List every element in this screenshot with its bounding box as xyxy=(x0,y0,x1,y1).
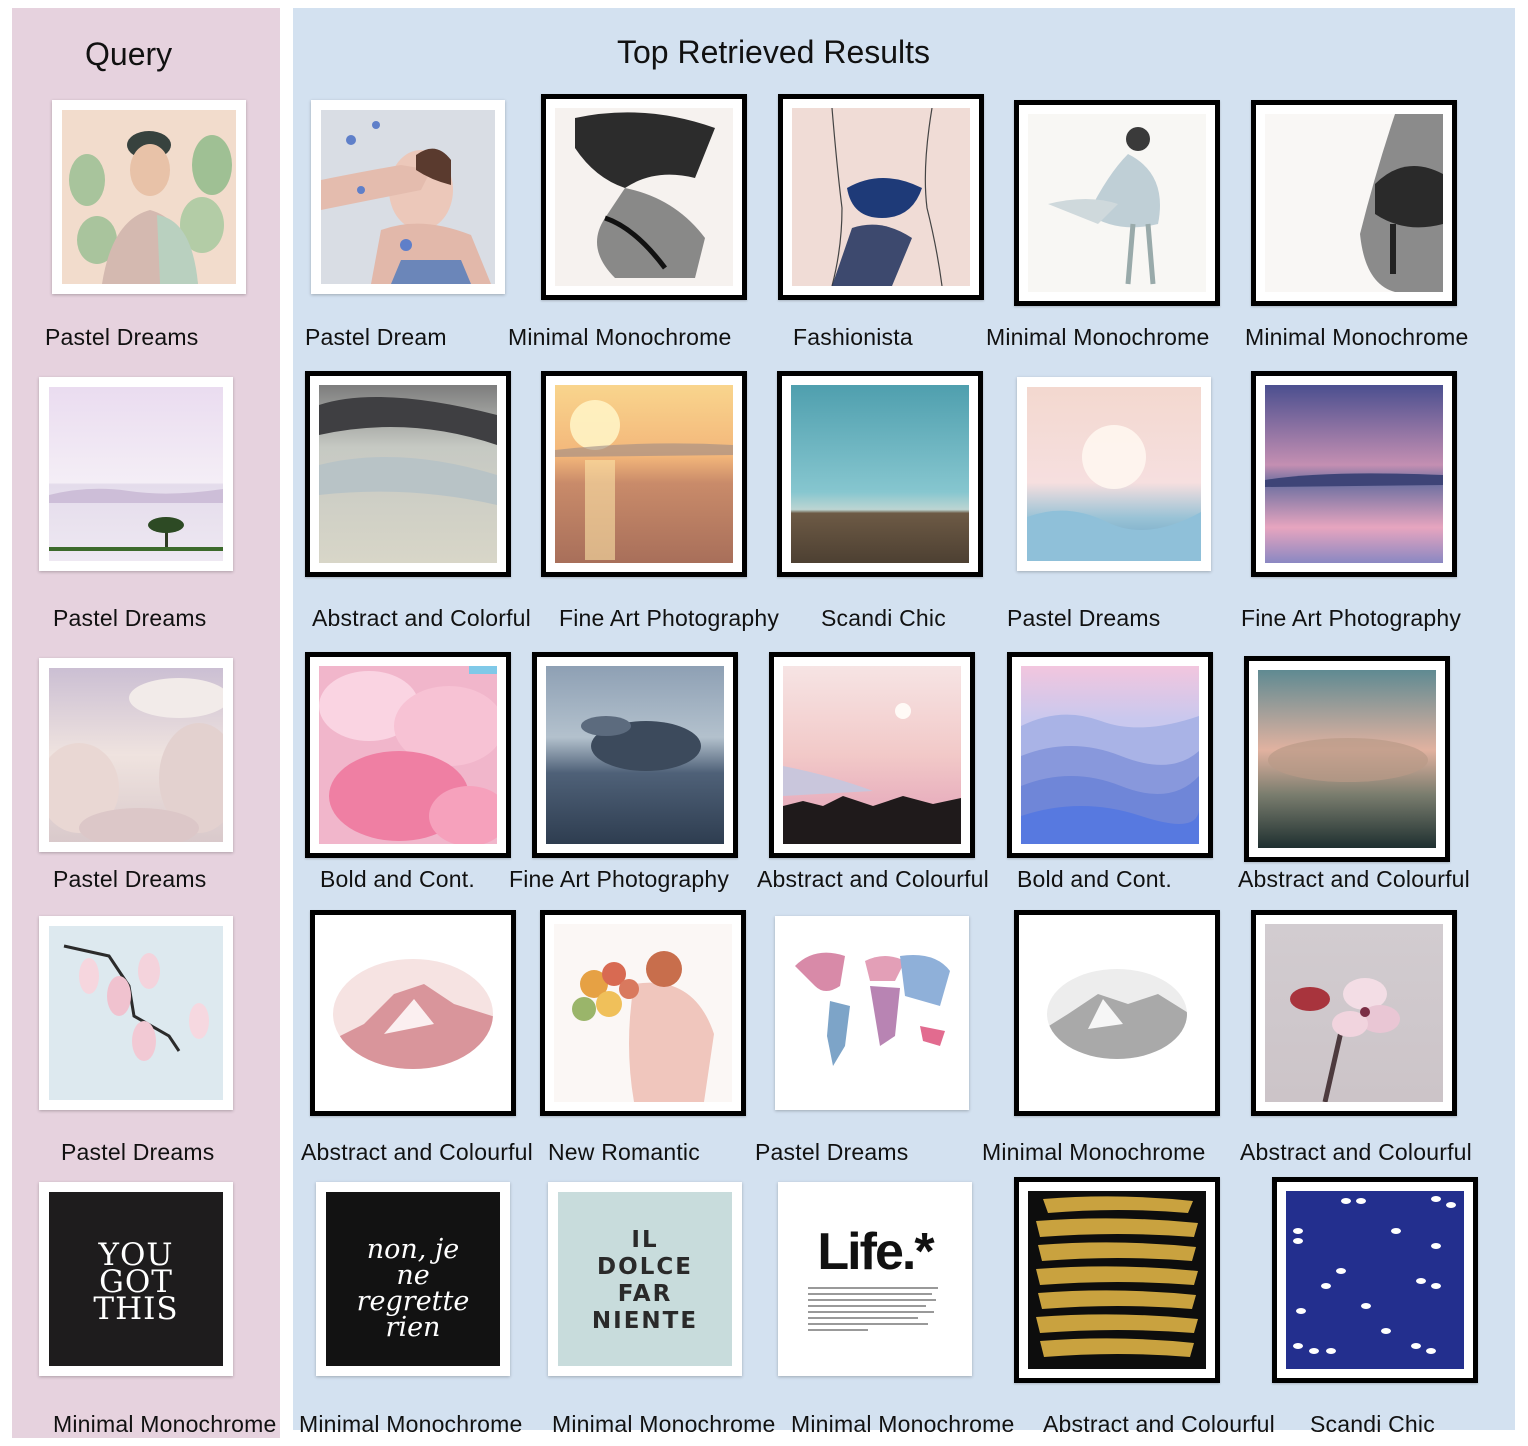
result-label-1-4: Minimal Monochrome xyxy=(986,324,1210,350)
bouquet-image xyxy=(554,924,732,1102)
life-poster-text: Life.* xyxy=(817,1223,934,1281)
ink-figure-image xyxy=(555,108,733,286)
abstract-landscape-image xyxy=(319,385,497,563)
query-thumb-4[interactable] xyxy=(39,916,233,1110)
line-figure-image xyxy=(792,108,970,286)
result-thumb-3-1[interactable] xyxy=(305,652,511,858)
result-thumb-5-4[interactable] xyxy=(1014,1177,1220,1383)
dancer-image xyxy=(1028,114,1206,292)
moon-sea-image xyxy=(1027,387,1201,561)
result-label-3-4: Bold and Cont. xyxy=(1017,866,1172,892)
query-thumb-1[interactable] xyxy=(52,100,246,294)
navy-dots-image xyxy=(1286,1191,1464,1369)
query-label-2: Pastel Dreams xyxy=(53,605,207,631)
result-thumb-3-3[interactable] xyxy=(769,652,975,858)
ink-lace-image xyxy=(1265,114,1443,292)
pink-sky-forest-image xyxy=(783,666,961,844)
script-poster: non, je ne regrette rien xyxy=(326,1192,500,1366)
pink-clouds-image xyxy=(319,666,497,844)
result-thumb-4-5[interactable] xyxy=(1251,910,1457,1116)
result-thumb-1-4[interactable] xyxy=(1014,100,1220,306)
result-label-5-4: Abstract and Colourful xyxy=(1043,1411,1275,1437)
portrait-image xyxy=(62,110,236,284)
result-label-1-5: Minimal Monochrome xyxy=(1245,324,1469,350)
result-label-5-3: Minimal Monochrome xyxy=(791,1411,1015,1437)
result-label-1-1: Pastel Dream xyxy=(305,324,447,350)
result-thumb-5-5[interactable] xyxy=(1272,1177,1478,1383)
dark-sky-image xyxy=(1258,670,1436,848)
result-label-4-1: Abstract and Colourful xyxy=(301,1139,533,1165)
result-thumb-1-2[interactable] xyxy=(541,94,747,300)
query-thumb-2[interactable] xyxy=(39,377,233,571)
query-thumb-3[interactable] xyxy=(39,658,233,852)
result-thumb-2-5[interactable] xyxy=(1251,371,1457,577)
result-label-4-4: Minimal Monochrome xyxy=(982,1139,1206,1165)
magnolia-image xyxy=(49,926,223,1100)
query-label-4: Pastel Dreams xyxy=(61,1139,215,1165)
result-thumb-4-4[interactable] xyxy=(1014,910,1220,1116)
result-label-3-1: Bold and Cont. xyxy=(320,866,475,892)
dolce-poster: IL DOLCE FAR NIENTE xyxy=(558,1192,732,1366)
result-thumb-1-3[interactable] xyxy=(778,94,984,300)
clouds-image xyxy=(49,668,223,842)
grey-clouds-image xyxy=(546,666,724,844)
result-label-1-2: Minimal Monochrome xyxy=(508,324,732,350)
result-thumb-1-5[interactable] xyxy=(1251,100,1457,306)
result-label-3-2: Fine Art Photography xyxy=(509,866,730,892)
pink-mountain-oval-image xyxy=(324,924,502,1102)
result-thumb-3-2[interactable] xyxy=(532,652,738,858)
result-label-1-3: Fashionista xyxy=(793,324,913,350)
fine-print xyxy=(808,1287,938,1331)
blue-mountains-image xyxy=(1021,666,1199,844)
result-thumb-3-5[interactable] xyxy=(1244,656,1450,862)
result-label-5-1: Minimal Monochrome xyxy=(299,1411,523,1437)
lone-tree-image xyxy=(49,387,223,561)
result-label-4-5: Abstract and Colourful xyxy=(1240,1139,1472,1165)
teal-landscape-image xyxy=(791,385,969,563)
script-poster-text: non, je ne regrette rien xyxy=(356,1234,470,1343)
result-thumb-5-1[interactable]: non, je ne regrette rien xyxy=(316,1182,510,1376)
query-label-5: Minimal Monochrome xyxy=(53,1411,277,1437)
result-thumb-4-3[interactable] xyxy=(775,916,969,1110)
results-heading: Top Retrieved Results xyxy=(617,34,931,70)
result-thumb-4-1[interactable] xyxy=(310,910,516,1116)
result-label-4-2: New Romantic xyxy=(548,1139,700,1165)
result-thumb-2-2[interactable] xyxy=(541,371,747,577)
life-poster: Life.* xyxy=(788,1192,962,1366)
result-thumb-2-1[interactable] xyxy=(305,371,511,577)
typography-poster: YOU GOT THIS xyxy=(49,1192,223,1366)
poster-text: YOU GOT THIS xyxy=(93,1237,179,1327)
sunset-surf-image xyxy=(555,385,733,563)
result-thumb-3-4[interactable] xyxy=(1007,652,1213,858)
grey-mountain-oval-image xyxy=(1028,924,1206,1102)
result-label-2-4: Pastel Dreams xyxy=(1007,605,1161,631)
purple-lake-image xyxy=(1265,385,1443,563)
result-thumb-5-3[interactable]: Life.* xyxy=(778,1182,972,1376)
result-thumb-1-1[interactable] xyxy=(311,100,505,294)
query-thumb-5[interactable]: YOU GOT THIS xyxy=(39,1182,233,1376)
result-label-2-5: Fine Art Photography xyxy=(1241,605,1462,631)
result-label-2-1: Abstract and Colorful xyxy=(312,605,531,631)
result-label-2-2: Fine Art Photography xyxy=(559,605,780,631)
blossom-image xyxy=(1265,924,1443,1102)
query-label-3: Pastel Dreams xyxy=(53,866,207,892)
result-label-5-2: Minimal Monochrome xyxy=(552,1411,776,1437)
query-heading: Query xyxy=(85,36,173,72)
result-label-5-5: Scandi Chic xyxy=(1310,1411,1435,1437)
dolce-poster-text: IL DOLCE FAR NIENTE xyxy=(591,1227,699,1334)
result-label-3-3: Abstract and Colourful xyxy=(757,866,989,892)
result-thumb-4-2[interactable] xyxy=(540,910,746,1116)
result-thumb-2-3[interactable] xyxy=(777,371,983,577)
result-label-3-5: Abstract and Colourful xyxy=(1238,866,1470,892)
result-label-2-3: Scandi Chic xyxy=(821,605,946,631)
result-label-4-3: Pastel Dreams xyxy=(755,1139,909,1165)
woman-butterflies-image xyxy=(321,110,495,284)
gold-stripes-image xyxy=(1028,1191,1206,1369)
result-thumb-5-2[interactable]: IL DOLCE FAR NIENTE xyxy=(548,1182,742,1376)
world-map-image xyxy=(785,926,959,1100)
result-thumb-2-4[interactable] xyxy=(1017,377,1211,571)
query-label-1: Pastel Dreams xyxy=(45,324,199,350)
